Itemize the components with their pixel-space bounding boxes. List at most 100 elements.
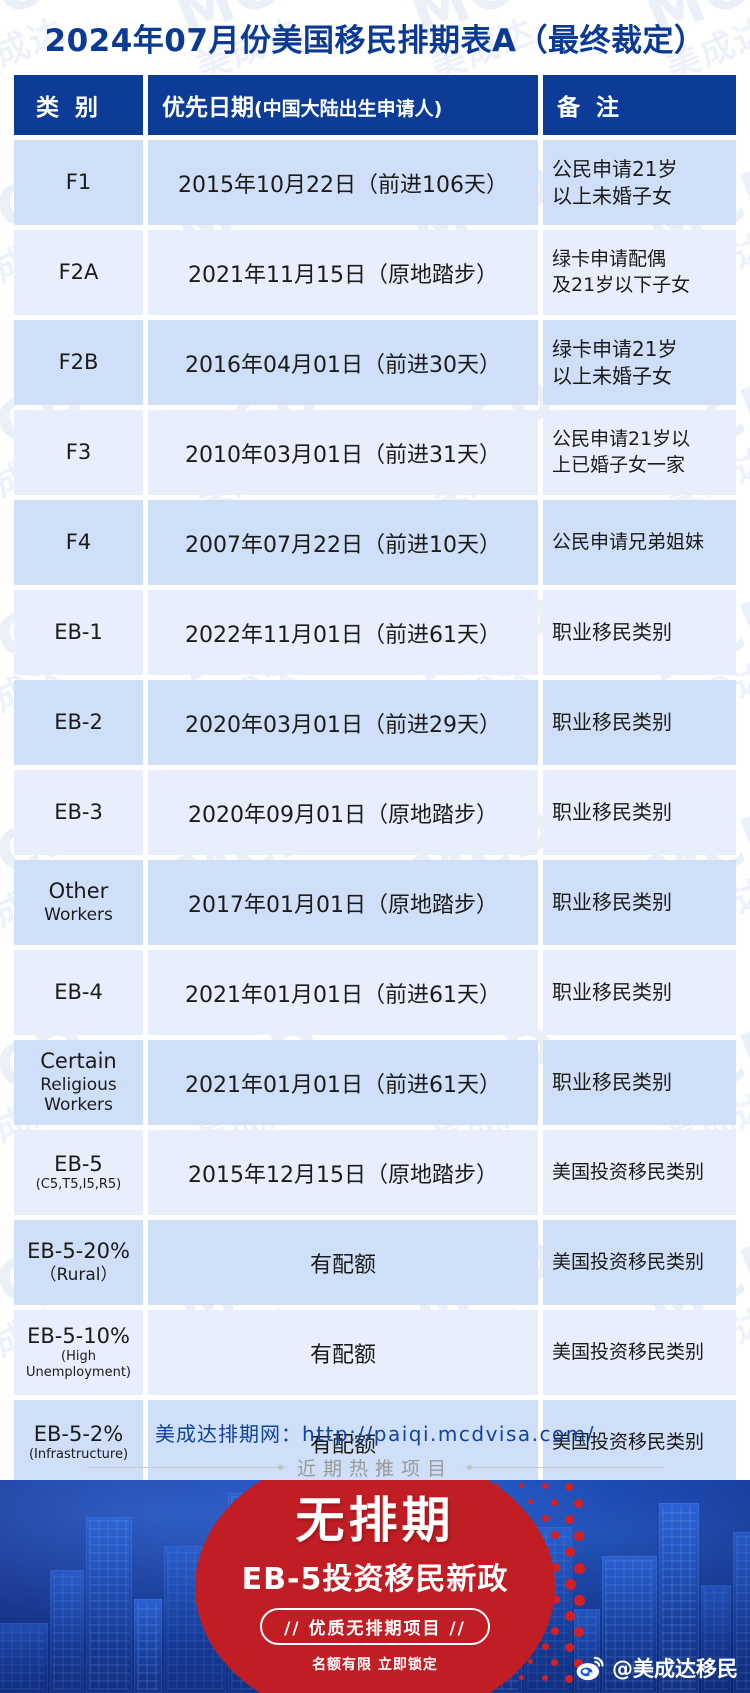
banner-subhead: EB-5投资移民新政 bbox=[241, 1562, 509, 1597]
table-row: EB-1 2022年11月01日（前进61天） 职业移民类别 bbox=[14, 590, 736, 675]
cell-priority-date: 2017年01月01日（原地踏步） bbox=[148, 860, 538, 945]
priority-date-value: 2020年03月01日（前进29天） bbox=[185, 712, 501, 738]
cell-priority-date: 2020年09月01日（原地踏步） bbox=[148, 770, 538, 855]
header-label-priority-date: 优先日期(中国大陆出生申请人) bbox=[162, 95, 443, 121]
header-cell-category: 类 别 bbox=[14, 75, 143, 135]
priority-date-value: 2021年11月15日（原地踏步） bbox=[188, 262, 498, 288]
cell-priority-date: 2015年12月15日（原地踏步） bbox=[148, 1130, 538, 1215]
cell-note: 美国投资移民类别 bbox=[543, 1310, 736, 1395]
priority-date-value: 有配额 bbox=[309, 1342, 376, 1368]
cell-priority-date: 2016年04月01日（前进30天） bbox=[148, 320, 538, 405]
cell-note: 美国投资移民类别 bbox=[543, 1130, 736, 1215]
cell-priority-date: 2007年07月22日（前进10天） bbox=[148, 500, 538, 585]
category-label: F4 bbox=[65, 529, 92, 554]
cell-note: 职业移民类别 bbox=[543, 860, 736, 945]
priority-date-value: 2015年12月15日（原地踏步） bbox=[188, 1162, 498, 1188]
cell-category: F2B bbox=[14, 320, 143, 405]
site-label: 美成达排期网： bbox=[155, 1422, 303, 1446]
category-label: EB-5-10% (High Unemployment) bbox=[17, 1324, 140, 1381]
note-value: 职业移民类别 bbox=[552, 620, 672, 644]
category-label: F2B bbox=[58, 349, 99, 374]
category-label: F1 bbox=[65, 169, 92, 194]
site-url[interactable]: http://paiqi.mcdvisa.com/ bbox=[302, 1422, 595, 1446]
cell-note: 公民申请21岁以 上已婚子女一家 bbox=[543, 410, 736, 495]
category-label: Certain Religious Workers bbox=[40, 1048, 117, 1116]
table-header-row: 类 别 优先日期(中国大陆出生申请人) 备 注 bbox=[14, 75, 736, 135]
category-label: EB-2 bbox=[54, 709, 103, 734]
cell-priority-date: 2021年11月15日（原地踏步） bbox=[148, 230, 538, 315]
category-sublabel: (C5,T5,I5,R5) bbox=[35, 1177, 122, 1193]
promo-banner[interactable]: 无排期 EB-5投资移民新政 // 优质无排期项目 // 名额有限 立即锁定 @… bbox=[0, 1480, 750, 1693]
note-value: 美国投资移民类别 bbox=[552, 1340, 705, 1363]
cell-category: F1 bbox=[14, 140, 143, 225]
priority-date-value: 2007年07月22日（前进10天） bbox=[185, 532, 501, 558]
table-row: F3 2010年03月01日（前进31天） 公民申请21岁以 上已婚子女一家 bbox=[14, 410, 736, 495]
promo-divider: 近期热推项目 bbox=[0, 1454, 750, 1481]
cell-priority-date: 2015年10月22日（前进106天） bbox=[148, 140, 538, 225]
table-body: F1 2015年10月22日（前进106天） 公民申请21岁 以上未婚子女 F2A 202… bbox=[14, 140, 736, 1485]
table-row: EB-4 2021年01月01日（前进61天） 职业移民类别 bbox=[14, 950, 736, 1035]
priority-date-value: 2021年01月01日（前进61天） bbox=[185, 982, 501, 1008]
note-value: 职业移民类别 bbox=[552, 710, 672, 734]
note-value: 美国投资移民类别 bbox=[552, 1160, 705, 1183]
cell-category: F3 bbox=[14, 410, 143, 495]
note-value: 公民申请21岁 以上未婚子女 bbox=[552, 156, 678, 208]
cell-priority-date: 2021年01月01日（前进61天） bbox=[148, 1040, 538, 1125]
cell-priority-date: 有配额 bbox=[148, 1220, 538, 1305]
note-value: 职业移民类别 bbox=[552, 1070, 672, 1094]
priority-date-value: 2020年09月01日（原地踏步） bbox=[188, 802, 498, 828]
cell-note: 公民申请兄弟姐妹 bbox=[543, 500, 736, 585]
note-value: 公民申请21岁以 上已婚子女一家 bbox=[552, 427, 691, 476]
cell-category: EB-5-10% (High Unemployment) bbox=[14, 1310, 143, 1395]
category-sublabel: Religious bbox=[40, 1074, 117, 1095]
category-label: F3 bbox=[65, 439, 92, 464]
cell-note: 职业移民类别 bbox=[543, 770, 736, 855]
category-label: Other Workers bbox=[44, 879, 113, 925]
weibo-credit[interactable]: @美成达移民 bbox=[576, 1653, 738, 1683]
banner-pill-label: // 优质无排期项目 // bbox=[260, 1608, 490, 1645]
cell-category: Other Workers bbox=[14, 860, 143, 945]
banner-headline: 无排期 bbox=[295, 1492, 455, 1549]
category-label: EB-3 bbox=[54, 799, 103, 824]
divider-dot-right bbox=[467, 1465, 472, 1470]
cell-note: 职业移民类别 bbox=[543, 950, 736, 1035]
header-label-category: 类 别 bbox=[36, 95, 103, 121]
divider-dot-left bbox=[277, 1465, 283, 1470]
cell-note: 美国投资移民类别 bbox=[543, 1220, 736, 1305]
promo-label: 近期热推项目 bbox=[296, 1458, 453, 1480]
cell-category: EB-5 (C5,T5,I5,R5) bbox=[14, 1130, 143, 1215]
table-row: EB-2 2020年03月01日（前进29天） 职业移民类别 bbox=[14, 680, 736, 765]
cell-note: 绿卡申请配偶 及21岁以下子女 bbox=[543, 230, 736, 315]
visa-bulletin-table: 类 别 优先日期(中国大陆出生申请人) 备 注 F1 2015年10月22日（前进… bbox=[14, 75, 736, 1485]
note-value: 绿卡申请配偶 及21岁以下子女 bbox=[552, 247, 691, 296]
cell-priority-date: 2010年03月01日（前进31天） bbox=[148, 410, 538, 495]
site-line: 美成达排期网：http://paiqi.mcdvisa.com/ bbox=[0, 1395, 750, 1447]
cell-priority-date: 有配额 bbox=[148, 1310, 538, 1395]
table-row: F2A 2021年11月15日（原地踏步） 绿卡申请配偶 及21岁以下子女 bbox=[14, 230, 736, 315]
cell-category: EB-4 bbox=[14, 950, 143, 1035]
header-cell-priority-date: 优先日期(中国大陆出生申请人) bbox=[148, 75, 538, 135]
note-value: 公民申请兄弟姐妹 bbox=[552, 530, 705, 553]
cell-priority-date: 2020年03月01日（前进29天） bbox=[148, 680, 538, 765]
page-title: 2024年07月份美国移民排期表A（最终裁定） bbox=[44, 23, 706, 59]
cell-category: EB-5-20% （Rural） bbox=[14, 1220, 143, 1305]
category-sublabel-2: (High Unemployment) bbox=[26, 1349, 131, 1381]
priority-date-value: 2015年10月22日（前进106天） bbox=[178, 172, 508, 198]
priority-date-value: 有配额 bbox=[309, 1252, 376, 1278]
table-row: F1 2015年10月22日（前进106天） 公民申请21岁 以上未婚子女 bbox=[14, 140, 736, 225]
category-label: EB-4 bbox=[54, 979, 103, 1004]
note-value: 美国投资移民类别 bbox=[552, 1250, 705, 1273]
page-title-bar: 2024年07月份美国移民排期表A（最终裁定） bbox=[0, 0, 750, 75]
cell-category: F4 bbox=[14, 500, 143, 585]
category-label: EB-1 bbox=[54, 619, 103, 644]
note-value: 职业移民类别 bbox=[552, 800, 672, 824]
cell-note: 职业移民类别 bbox=[543, 1040, 736, 1125]
cell-priority-date: 2021年01月01日（前进61天） bbox=[148, 950, 538, 1035]
weibo-icon bbox=[576, 1656, 605, 1681]
priority-date-value: 2021年01月01日（前进61天） bbox=[185, 1072, 501, 1098]
note-value: 职业移民类别 bbox=[552, 890, 672, 914]
priority-date-value: 2016年04月01日（前进30天） bbox=[185, 352, 501, 378]
cell-category: EB-3 bbox=[14, 770, 143, 855]
divider-right bbox=[463, 1465, 663, 1470]
priority-date-value: 2022年11月01日（前进61天） bbox=[185, 622, 501, 648]
